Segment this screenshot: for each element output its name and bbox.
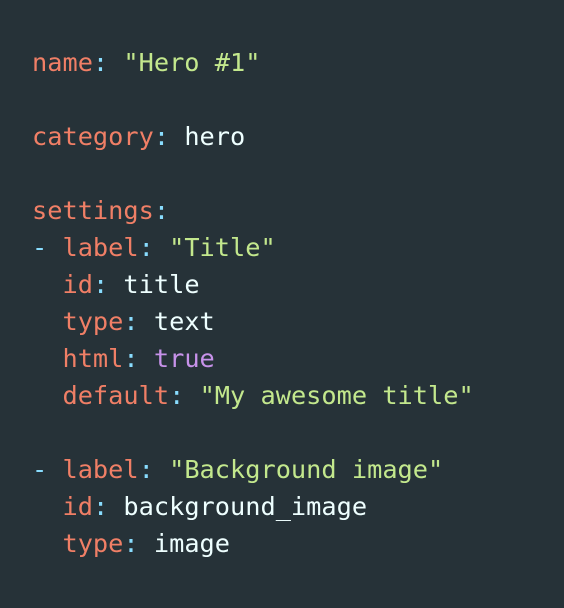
yaml-indent [32, 529, 62, 558]
yaml-colon: : [123, 529, 154, 558]
yaml-indent [32, 381, 62, 410]
yaml-indent [32, 344, 62, 373]
yaml-indent [32, 307, 62, 336]
yaml-key: name [32, 48, 93, 77]
yaml-colon: : [92, 48, 124, 77]
code-line-category: category: hero [32, 118, 245, 155]
yaml-colon: : [138, 233, 170, 262]
yaml-key: label [62, 233, 139, 262]
yaml-key: type [62, 529, 124, 558]
code-line-default: default: "My awesome title" [32, 377, 474, 414]
yaml-colon: : [153, 122, 185, 151]
yaml-key: type [62, 307, 124, 336]
code-line-name: name: "Hero #1" [32, 44, 260, 81]
yaml-plain-value: text [153, 307, 215, 336]
yaml-indent [32, 270, 62, 299]
code-line-label-title: - label: "Title" [32, 229, 276, 266]
yaml-key: label [62, 455, 139, 484]
yaml-plain-value: title [123, 270, 200, 299]
yaml-key: html [62, 344, 124, 373]
yaml-list-dash: - [32, 233, 63, 262]
yaml-colon: : [92, 270, 124, 299]
yaml-string-value: "Title" [169, 233, 276, 262]
code-line-settings: settings: [32, 192, 169, 229]
yaml-list-dash: - [32, 455, 63, 484]
yaml-colon: : [138, 455, 170, 484]
yaml-key: settings [32, 196, 154, 225]
yaml-colon: : [123, 344, 154, 373]
yaml-string-value: "My awesome title" [199, 381, 474, 410]
yaml-key: id [62, 492, 93, 521]
yaml-key: category [32, 122, 154, 151]
yaml-indent [32, 492, 62, 521]
yaml-plain-value: hero [184, 122, 246, 151]
yaml-string-value: "Hero #1" [123, 48, 261, 77]
code-line-type-text: type: text [32, 303, 215, 340]
code-line-type-image: type: image [32, 525, 230, 562]
code-line-html: html: true [32, 340, 215, 377]
code-line-label-background: - label: "Background image" [32, 451, 443, 488]
yaml-boolean-value: true [153, 344, 215, 373]
yaml-key: id [62, 270, 93, 299]
yaml-key: default [62, 381, 170, 410]
yaml-colon: : [169, 381, 200, 410]
yaml-plain-value: background_image [123, 492, 368, 521]
yaml-string-value: "Background image" [169, 455, 444, 484]
code-line-id-title: id: title [32, 266, 200, 303]
code-editor[interactable]: name: "Hero #1" category: hero settings:… [0, 0, 564, 608]
code-line-id-background: id: background_image [32, 488, 367, 525]
yaml-colon: : [92, 492, 124, 521]
yaml-colon: : [123, 307, 154, 336]
yaml-plain-value: image [153, 529, 231, 558]
yaml-colon: : [153, 196, 170, 225]
